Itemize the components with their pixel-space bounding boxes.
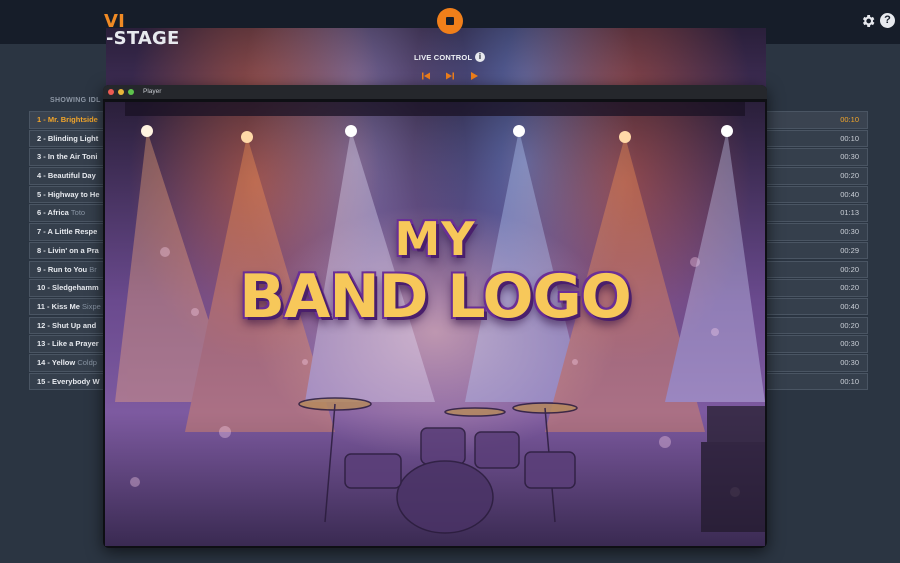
player-window[interactable]: Player MY BAND LOGO [103, 85, 767, 548]
track-title: 2 - Blinding Light [37, 133, 99, 143]
top-bar: VI -STAGE ? [0, 0, 900, 472]
help-icon[interactable]: ? [880, 13, 895, 28]
track-label: 3 - In the Air Toni [37, 149, 97, 165]
track-label: 8 - Livin' on a Pra [37, 243, 99, 259]
track-duration: 01:13 [840, 208, 859, 218]
track-duration: 00:40 [840, 189, 859, 199]
stop-button[interactable] [437, 8, 463, 34]
skip-to-start-icon[interactable] [421, 71, 431, 81]
track-title: 6 - Africa [37, 208, 69, 218]
track-title: 12 - Shut Up and [37, 320, 97, 330]
track-label: 6 - Africa Toto [37, 205, 85, 221]
track-label: 2 - Blinding Light [37, 131, 98, 147]
track-label: 13 - Like a Prayer [37, 336, 99, 352]
track-title: 4 - Beautiful Day [37, 171, 96, 181]
minimize-window-icon[interactable] [118, 89, 124, 95]
next-track-icon[interactable] [445, 71, 455, 81]
track-duration: 00:30 [840, 357, 859, 367]
track-title: 15 - Everybody W [37, 376, 100, 386]
track-artist: Br [89, 264, 97, 274]
track-artist: Sixpe [82, 301, 101, 311]
track-title: 7 - A Little Respe [37, 227, 98, 237]
track-label: 1 - Mr. Brightside [37, 112, 98, 128]
track-label: 15 - Everybody W [37, 374, 100, 390]
track-duration: 00:20 [840, 283, 859, 293]
track-label: 12 - Shut Up and [37, 318, 96, 334]
track-duration: 00:10 [840, 115, 859, 124]
track-duration: 00:30 [840, 152, 859, 162]
playlist-heading: SHOWING IDL [50, 97, 101, 104]
player-stage-image: MY BAND LOGO [105, 102, 765, 546]
play-icon[interactable] [469, 71, 479, 81]
maximize-window-icon[interactable] [128, 89, 134, 95]
track-duration: 00:29 [840, 245, 859, 255]
track-title: 10 - Sledgehamm [37, 283, 99, 293]
track-duration: 00:40 [840, 301, 859, 311]
track-title: 13 - Like a Prayer [37, 339, 99, 349]
track-label: 11 - Kiss Me Sixpe [37, 299, 101, 315]
gear-icon[interactable] [860, 13, 876, 29]
close-window-icon[interactable] [108, 89, 114, 95]
track-title: 14 - Yellow [37, 357, 76, 367]
track-duration: 00:30 [840, 227, 859, 237]
track-label: 4 - Beautiful Day [37, 168, 96, 184]
track-duration: 00:20 [840, 171, 859, 181]
band-logo-line1: MY [394, 212, 476, 266]
track-artist: Coldp [77, 357, 97, 367]
track-duration: 00:20 [840, 320, 859, 330]
track-label: 9 - Run to You Br [37, 262, 97, 278]
player-titlebar[interactable]: Player [103, 85, 767, 99]
track-title: 5 - Highway to He [37, 189, 100, 199]
track-duration: 00:10 [840, 133, 859, 143]
stop-icon [446, 17, 454, 25]
track-title: 9 - Run to You [37, 264, 88, 274]
track-duration: 00:20 [840, 264, 859, 274]
track-duration: 00:30 [840, 339, 859, 349]
track-duration: 00:10 [840, 376, 859, 386]
track-artist: Toto [70, 208, 86, 218]
band-logo-line2: BAND LOGO [239, 262, 631, 332]
player-window-title: Player [143, 88, 162, 95]
track-label: 7 - A Little Respe [37, 224, 97, 240]
track-label: 14 - Yellow Coldp [37, 355, 97, 371]
track-label: 5 - Highway to He [37, 187, 100, 203]
track-title: 11 - Kiss Me [37, 301, 80, 311]
track-title: 8 - Livin' on a Pra [37, 245, 99, 255]
track-title: 3 - In the Air Toni [37, 152, 98, 162]
live-control-label: LIVE CONTROL [414, 53, 473, 62]
track-title: 1 - Mr. Brightside [37, 115, 98, 124]
track-label: 10 - Sledgehamm [37, 280, 99, 296]
app-logo: VI -STAGE [104, 11, 766, 472]
info-icon[interactable]: i [475, 52, 485, 62]
